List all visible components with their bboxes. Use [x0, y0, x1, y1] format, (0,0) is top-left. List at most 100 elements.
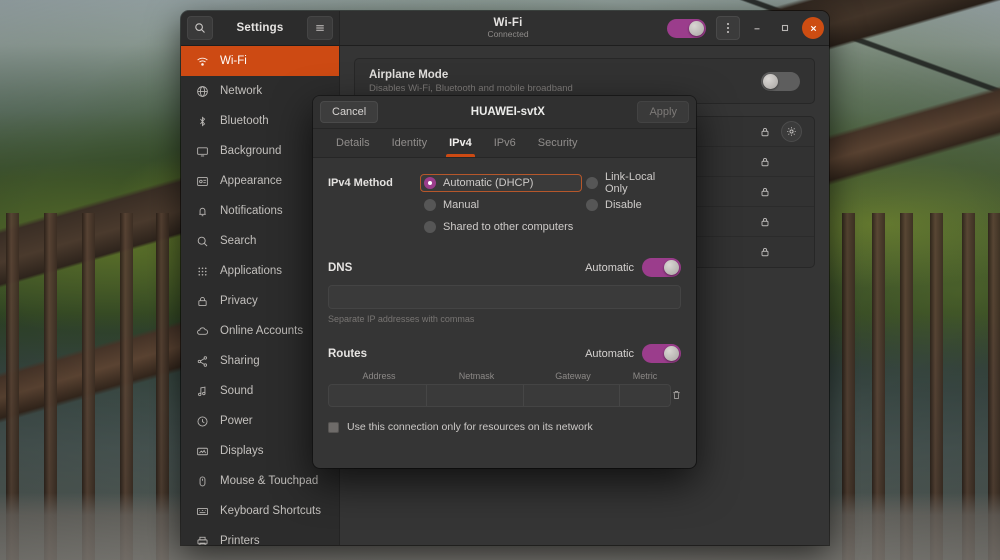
- search-icon[interactable]: [187, 16, 213, 40]
- dialog-body: IPv4 Method Automatic (DHCP) Manual: [313, 158, 696, 468]
- panel-subtitle: Connected: [349, 30, 667, 39]
- airplane-mode-toggle[interactable]: [761, 72, 800, 91]
- restrict-connection-checkbox[interactable]: [328, 422, 339, 433]
- window-titlebar: Settings Wi-Fi Connected: [181, 11, 829, 46]
- sidebar-item-label: Background: [220, 145, 281, 157]
- dns-title: DNS: [328, 262, 585, 274]
- titlebar-right: Wi-Fi Connected: [340, 11, 829, 45]
- restrict-connection-label: Use this connection only for resources o…: [347, 421, 593, 433]
- sidebar-item-label: Notifications: [220, 205, 283, 217]
- sidebar-item-label: Bluetooth: [220, 115, 269, 127]
- routes-column-headers: Address Netmask Gateway Metric: [328, 371, 671, 381]
- radio-indicator-icon: [586, 199, 598, 211]
- radio-indicator-icon: [424, 177, 436, 189]
- gear-icon[interactable]: [781, 121, 802, 142]
- trash-icon[interactable]: [671, 383, 682, 407]
- cancel-button[interactable]: Cancel: [320, 101, 378, 123]
- sidebar-item-label: Displays: [220, 445, 263, 457]
- sidebar-item-label: Sound: [220, 385, 253, 397]
- minimize-button[interactable]: [746, 17, 768, 39]
- dialog-tabs: Details Identity IPv4 IPv6 Security: [313, 129, 696, 158]
- sidebar-item-label: Search: [220, 235, 256, 247]
- sidebar-item-mouse-touchpad[interactable]: Mouse & Touchpad: [181, 466, 339, 496]
- applications-grid-icon: [195, 264, 209, 278]
- ipv4-settings-dialog: Cancel HUAWEI-svtX Apply Details Identit…: [313, 96, 696, 468]
- radio-indicator-icon: [586, 177, 598, 189]
- apply-button[interactable]: Apply: [637, 101, 689, 123]
- sidebar-item-label: Keyboard Shortcuts: [220, 505, 321, 517]
- mouse-icon: [195, 474, 209, 488]
- panel-title: Wi-Fi: [349, 17, 667, 29]
- titlebar-left: Settings: [181, 11, 340, 45]
- sidebar-item-label: Wi-Fi: [220, 55, 247, 67]
- appearance-icon: [195, 174, 209, 188]
- wifi-toggle[interactable]: [667, 19, 706, 38]
- lock-icon: [759, 216, 771, 228]
- dialog-header: Cancel HUAWEI-svtX Apply: [313, 96, 696, 129]
- radio-manual[interactable]: Manual: [420, 196, 582, 214]
- printer-icon: [195, 534, 209, 545]
- routes-metric-input[interactable]: [620, 385, 670, 406]
- sidebar-item-label: Printers: [220, 535, 260, 545]
- kebab-menu-icon[interactable]: [716, 16, 740, 40]
- wifi-icon: [195, 54, 209, 68]
- tab-ipv4[interactable]: IPv4: [438, 129, 483, 157]
- routes-automatic-toggle[interactable]: [642, 344, 681, 363]
- ipv4-method-options: Automatic (DHCP) Manual Shared to other …: [420, 174, 681, 240]
- routes-gateway-input[interactable]: [524, 385, 620, 406]
- cloud-icon: [195, 324, 209, 338]
- close-button[interactable]: [802, 17, 824, 39]
- dns-header: DNS Automatic: [328, 258, 681, 277]
- tab-security[interactable]: Security: [527, 129, 589, 157]
- radio-automatic-dhcp[interactable]: Automatic (DHCP): [420, 174, 582, 192]
- radio-disable[interactable]: Disable: [582, 196, 681, 214]
- radio-label: Manual: [443, 199, 479, 211]
- sidebar-item-label: Online Accounts: [220, 325, 303, 337]
- dns-automatic-toggle[interactable]: [642, 258, 681, 277]
- sidebar-item-keyboard-shortcuts[interactable]: Keyboard Shortcuts: [181, 496, 339, 526]
- sidebar-item-wifi[interactable]: Wi-Fi: [181, 46, 339, 76]
- routes-auto-label: Automatic: [585, 348, 634, 360]
- hamburger-menu-icon[interactable]: [307, 16, 333, 40]
- routes-col-netmask: Netmask: [428, 371, 525, 381]
- search-icon: [195, 234, 209, 248]
- radio-label: Automatic (DHCP): [443, 177, 533, 189]
- lock-icon: [759, 156, 771, 168]
- dns-input[interactable]: [328, 285, 681, 309]
- sidebar-item-label: Power: [220, 415, 253, 427]
- table-row[interactable]: [328, 384, 671, 407]
- dns-section: DNS Automatic Separate IP addresses with…: [328, 258, 681, 324]
- sidebar-item-printers[interactable]: Printers: [181, 526, 339, 545]
- routes-netmask-input[interactable]: [427, 385, 524, 406]
- radio-shared-to-other-computers[interactable]: Shared to other computers: [420, 218, 582, 236]
- radio-indicator-icon: [424, 199, 436, 211]
- routes-section: Routes Automatic Address Netmask Gateway…: [328, 344, 681, 407]
- lock-icon: [759, 126, 771, 138]
- power-clock-icon: [195, 414, 209, 428]
- background-monitor-icon: [195, 144, 209, 158]
- ipv4-method-row: IPv4 Method Automatic (DHCP) Manual: [328, 174, 681, 240]
- routes-col-metric: Metric: [621, 371, 669, 381]
- routes-col-address: Address: [330, 371, 428, 381]
- dns-hint: Separate IP addresses with commas: [328, 314, 681, 324]
- panel-heading: Wi-Fi Connected: [349, 17, 667, 39]
- maximize-button[interactable]: [774, 17, 796, 39]
- desktop-wallpaper: Settings Wi-Fi Connected: [0, 0, 1000, 560]
- routes-col-gateway: Gateway: [525, 371, 621, 381]
- ipv4-method-label: IPv4 Method: [328, 174, 420, 240]
- window-title: Settings: [213, 22, 307, 34]
- notifications-bell-icon: [195, 204, 209, 218]
- lock-icon: [759, 186, 771, 198]
- airplane-mode-subtitle: Disables Wi-Fi, Bluetooth and mobile bro…: [369, 83, 761, 94]
- sidebar-item-label: Appearance: [220, 175, 282, 187]
- radio-link-local-only[interactable]: Link-Local Only: [582, 174, 681, 192]
- dns-auto-label: Automatic: [585, 262, 634, 274]
- tab-ipv6[interactable]: IPv6: [483, 129, 527, 157]
- routes-address-input[interactable]: [329, 385, 427, 406]
- radio-label: Shared to other computers: [443, 221, 573, 233]
- restrict-connection-row[interactable]: Use this connection only for resources o…: [328, 421, 681, 433]
- routes-title: Routes: [328, 348, 585, 360]
- tab-details[interactable]: Details: [325, 129, 381, 157]
- ipv4-method-column-right: Link-Local Only Disable: [582, 174, 681, 240]
- tab-identity[interactable]: Identity: [381, 129, 438, 157]
